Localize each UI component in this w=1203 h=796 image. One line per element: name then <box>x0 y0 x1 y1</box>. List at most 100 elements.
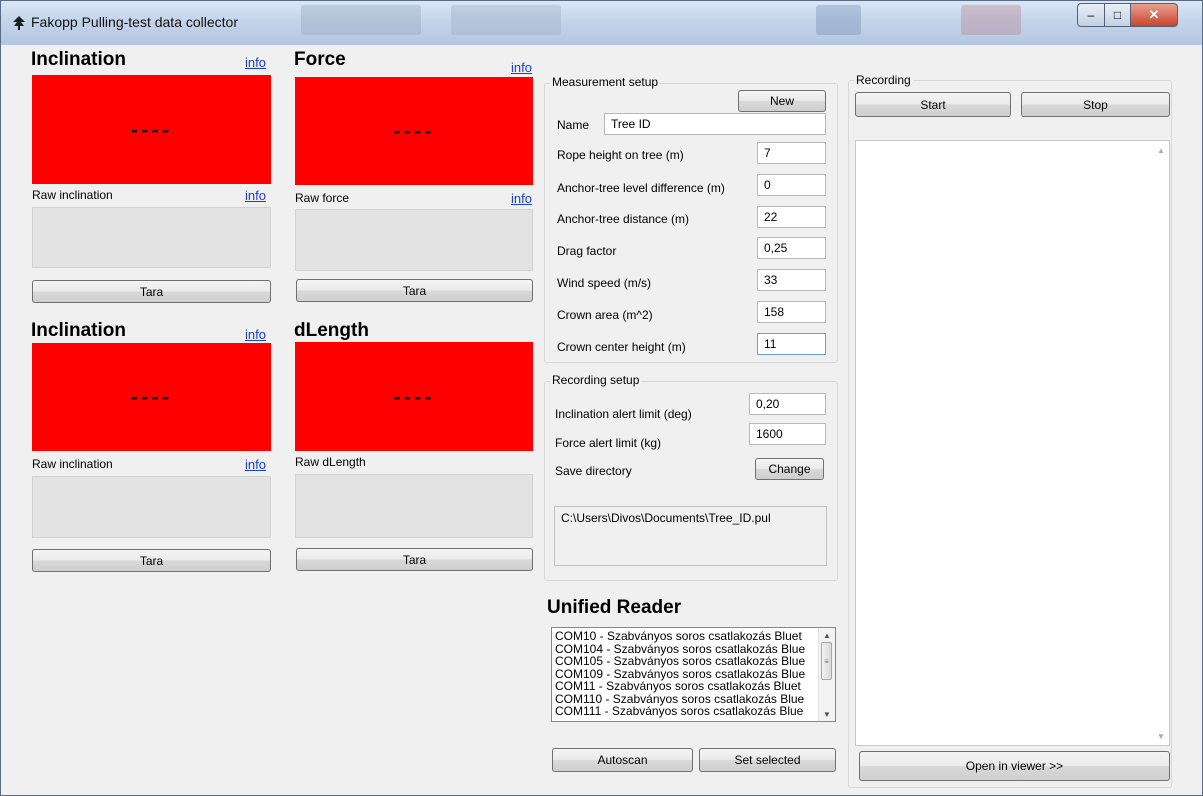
list-item[interactable]: COM11 - Szabványos soros csatlakozás Blu… <box>552 680 835 693</box>
drag-factor-field[interactable]: 0,25 <box>757 237 826 259</box>
anchor-distance-label: Anchor-tree distance (m) <box>557 212 690 226</box>
recording-output[interactable]: ▲ ▼ <box>855 140 1170 746</box>
com-port-items: COM10 - Szabványos soros csatlakozás Blu… <box>552 628 835 718</box>
set-selected-label: Set selected <box>734 753 801 767</box>
tara-label: Tara <box>402 552 427 567</box>
raw-info-link[interactable]: info <box>511 191 532 206</box>
info-link[interactable]: info <box>245 327 266 342</box>
list-item[interactable]: COM10 - Szabványos soros csatlakozás Blu… <box>552 630 835 643</box>
display-value: ---- <box>130 384 173 409</box>
window-title: Fakopp Pulling-test data collector <box>31 14 238 30</box>
stop-button[interactable]: Stop <box>1021 92 1170 117</box>
info-link[interactable]: info <box>511 60 532 75</box>
stop-label: Stop <box>1083 97 1108 112</box>
raw-value-box <box>32 207 271 268</box>
open-in-viewer-button[interactable]: Open in viewer >> <box>859 751 1170 781</box>
display-value: ---- <box>393 383 435 409</box>
start-button[interactable]: Start <box>855 92 1011 117</box>
crown-area-label: Crown area (m^2) <box>557 308 653 322</box>
minimize-button[interactable]: – <box>1077 3 1105 27</box>
blurred-background <box>301 5 421 35</box>
info-link[interactable]: info <box>245 55 266 70</box>
tara-label: Tara <box>139 284 164 299</box>
change-directory-button[interactable]: Change <box>755 458 824 480</box>
com-port-list[interactable]: COM10 - Szabványos soros csatlakozás Blu… <box>551 627 836 722</box>
blurred-background <box>816 5 861 35</box>
scroll-down-icon[interactable]: ▼ <box>1153 729 1169 743</box>
inclination-alert-label: Inclination alert limit (deg) <box>555 407 692 421</box>
wind-speed-field[interactable]: 33 <box>757 269 826 291</box>
crown-center-height-label: Crown center height (m) <box>557 340 686 354</box>
level-difference-field[interactable]: 0 <box>757 174 826 196</box>
tara-button[interactable]: Tara <box>296 279 533 302</box>
autoscan-button[interactable]: Autoscan <box>552 748 693 772</box>
force-alert-field[interactable]: 1600 <box>749 423 826 445</box>
name-label: Name <box>557 118 590 132</box>
inclination-alert-field[interactable]: 0,20 <box>749 393 826 415</box>
force-alert-label: Force alert limit (kg) <box>555 436 662 450</box>
save-directory-label: Save directory <box>555 464 632 478</box>
raw-label: Raw inclination <box>32 457 113 471</box>
blurred-background <box>451 5 561 35</box>
client-area: Inclination info ---- Raw inclination in… <box>9 45 1195 789</box>
list-item[interactable]: COM105 - Szabványos soros csatlakozás Bl… <box>552 655 835 668</box>
close-icon: ✕ <box>1148 7 1160 22</box>
raw-info-link[interactable]: info <box>245 188 266 203</box>
panel-title: Inclination <box>31 320 126 341</box>
rope-height-field[interactable]: 7 <box>757 142 826 164</box>
open-in-viewer-label: Open in viewer >> <box>965 759 1064 773</box>
raw-value-box <box>295 209 533 271</box>
unified-reader-title: Unified Reader <box>547 597 682 618</box>
group-title: Recording setup <box>550 373 642 387</box>
tara-label: Tara <box>139 553 164 568</box>
minimize-icon: – <box>1087 8 1095 22</box>
display-value: ---- <box>130 116 173 142</box>
group-title: Measurement setup <box>550 75 661 89</box>
raw-info-link[interactable]: info <box>245 457 266 472</box>
raw-label: Raw inclination <box>32 188 113 202</box>
tara-label: Tara <box>402 283 427 298</box>
scroll-thumb[interactable]: ≡ <box>821 642 832 680</box>
tara-button[interactable]: Tara <box>32 280 271 303</box>
panel-title: Inclination <box>31 49 126 70</box>
tara-button[interactable]: Tara <box>32 549 271 572</box>
list-item[interactable]: COM111 - Szabványos soros csatlakozás Bl… <box>552 705 835 718</box>
raw-label: Raw force <box>295 191 350 205</box>
save-path-box: C:\Users\Divos\Documents\Tree_ID.pul <box>554 506 827 566</box>
raw-value-box <box>32 476 271 538</box>
new-button-label: New <box>769 94 794 108</box>
level-difference-label: Anchor-tree level difference (m) <box>557 181 725 195</box>
force-display: ---- <box>295 77 533 185</box>
scroll-down-icon[interactable]: ▼ <box>819 707 835 721</box>
scroll-up-icon[interactable]: ▲ <box>1153 143 1169 157</box>
name-field[interactable]: Tree ID <box>604 113 826 135</box>
crown-area-field[interactable]: 158 <box>757 301 826 323</box>
set-selected-button[interactable]: Set selected <box>699 748 836 772</box>
raw-label: Raw dLength <box>295 455 366 469</box>
recording-scrollbar[interactable]: ▲ ▼ <box>1153 141 1169 745</box>
tree-app-icon <box>13 16 25 30</box>
tara-button[interactable]: Tara <box>296 548 533 571</box>
raw-value-box <box>295 474 533 538</box>
title-bar[interactable]: Fakopp Pulling-test data collector – □ ✕ <box>1 1 1202 45</box>
app-window: Fakopp Pulling-test data collector – □ ✕… <box>0 0 1203 796</box>
maximize-button[interactable]: □ <box>1104 3 1131 27</box>
blurred-background <box>961 5 1021 35</box>
panel-title: Force <box>294 49 346 70</box>
scroll-up-icon[interactable]: ▲ <box>819 628 835 642</box>
crown-center-height-field[interactable]: 11 <box>757 333 826 355</box>
start-label: Start <box>920 97 946 112</box>
inclination-display: ---- <box>32 343 271 451</box>
wind-speed-label: Wind speed (m/s) <box>557 276 652 290</box>
close-button[interactable]: ✕ <box>1130 3 1178 27</box>
dlength-display: ---- <box>295 342 533 451</box>
inclination-display: ---- <box>32 75 271 184</box>
display-value: ---- <box>393 118 435 143</box>
anchor-distance-field[interactable]: 22 <box>757 206 826 228</box>
autoscan-label: Autoscan <box>597 753 648 767</box>
list-scrollbar[interactable]: ▲ ≡ ▼ <box>818 628 835 721</box>
change-button-label: Change <box>768 462 811 476</box>
panel-title: dLength <box>294 320 369 341</box>
new-button[interactable]: New <box>738 90 826 112</box>
group-title: Recording <box>854 73 913 87</box>
